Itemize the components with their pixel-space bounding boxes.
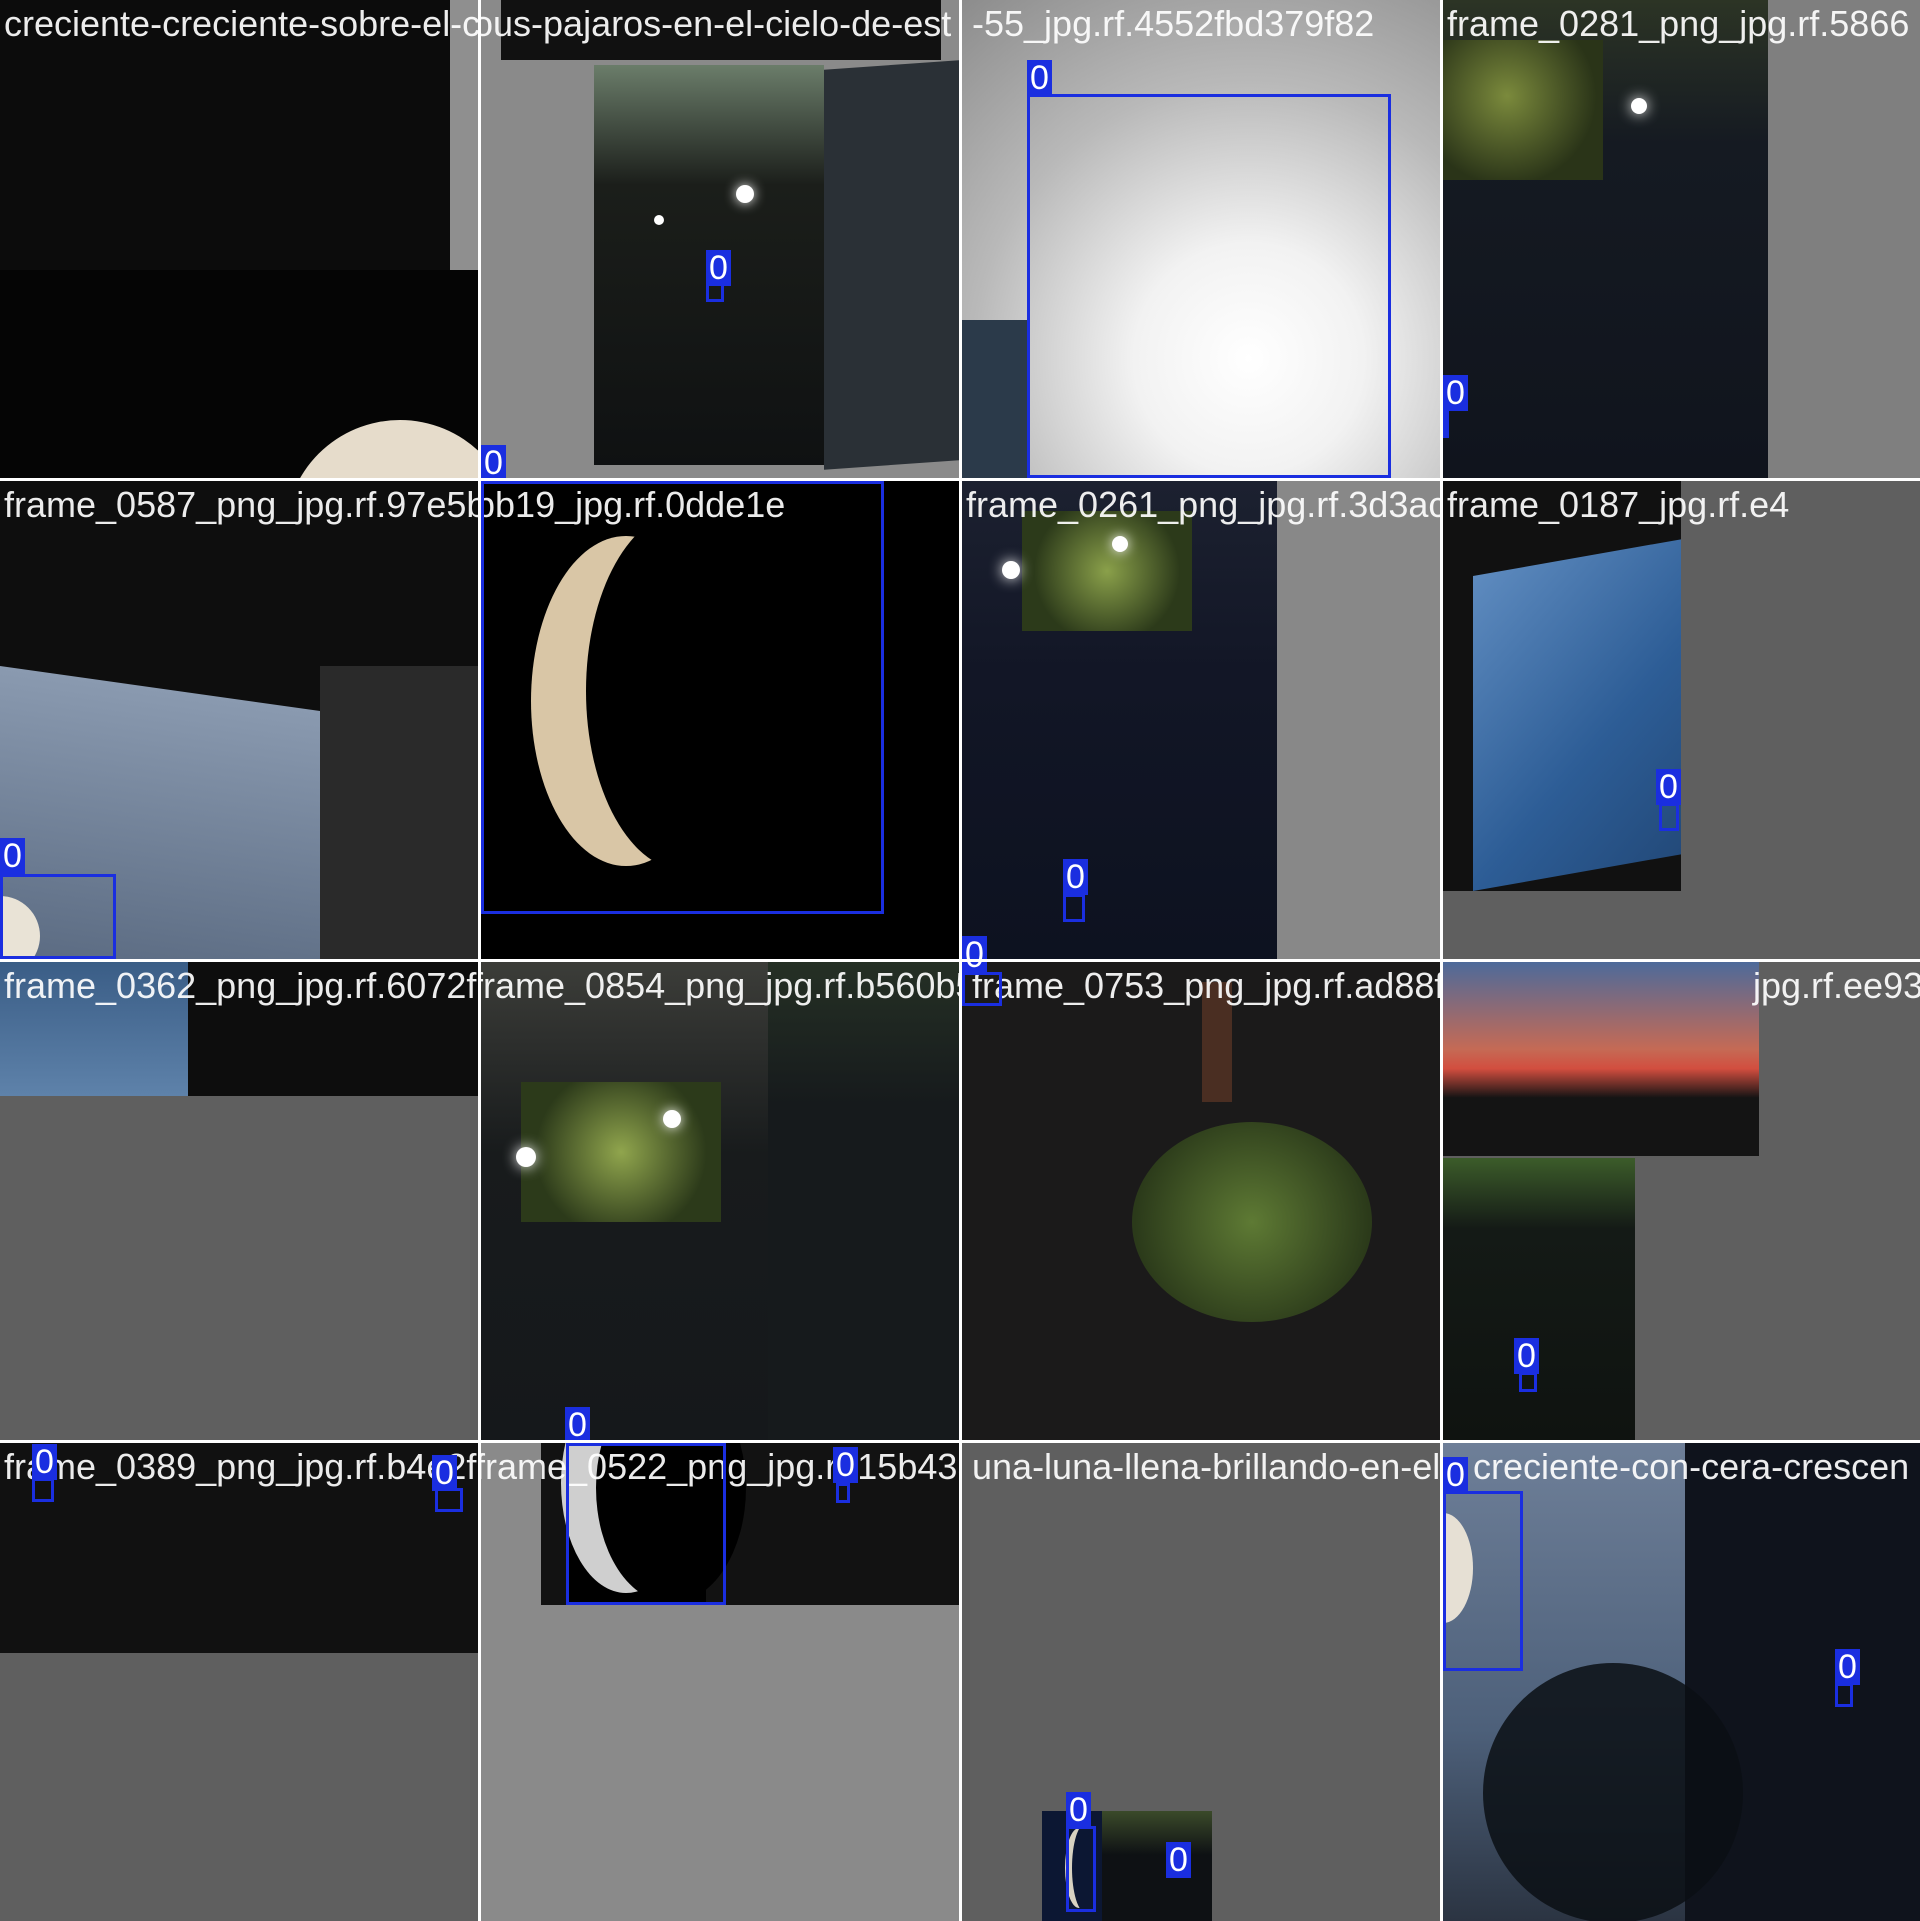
tile-caption: una-luna-llena-brillando-en-el-cielo	[972, 1446, 1440, 1487]
mosaic-tile: 0 0 frame_0389_png_jpg.rf.b4e2f7663f05f2…	[0, 1443, 478, 1921]
detection-label: 0	[1027, 60, 1052, 96]
tile-caption: frame_0261_png_jpg.rf.3d3ac457454f6d70d5…	[966, 484, 1440, 525]
mosaic-tile: 0 frame_0854_png_jpg.rf.b560b5d8c7522a4c	[481, 962, 959, 1440]
detection-box	[1063, 894, 1085, 922]
mosaic-tile: 0 0 ous-pajaros-en-el-cielo-de-est	[481, 0, 959, 478]
detection-box	[481, 481, 884, 914]
mosaic-tile: 0 0 frame_0522_png_jpg.rf.15b438d6249330…	[481, 1443, 959, 1921]
detection-label: 0	[833, 1447, 858, 1483]
detection-label: 0	[1514, 1338, 1539, 1374]
detection-label: 0	[0, 838, 25, 874]
detection-box	[1027, 94, 1391, 478]
detection-box	[566, 1443, 726, 1605]
detection-label: 0	[1443, 1457, 1468, 1493]
detection-label: 0	[432, 1455, 457, 1491]
tile-caption: jpg.rf.ee93	[1753, 965, 1920, 1006]
mosaic-tile: 0 jpg.rf.ee93	[1443, 962, 1920, 1440]
detection-label: 0	[565, 1407, 590, 1440]
mosaic-tile: 0 0 frame_0261_png_jpg.rf.3d3ac457454f6d…	[962, 481, 1440, 959]
detection-label: 0	[962, 962, 987, 974]
detection-box	[1659, 803, 1679, 831]
detection-box	[836, 1483, 850, 1503]
detection-box	[1443, 1491, 1523, 1671]
detection-box	[962, 972, 1002, 1006]
tile-caption: creciente-creciente-sobre-el-cielo-de-es…	[4, 3, 478, 44]
detection-box	[0, 874, 116, 959]
mosaic-tile: frame_0362_png_jpg.rf.6072f66e95f8294870	[0, 962, 478, 1440]
detection-label: 0	[481, 445, 506, 478]
detection-label: 0	[706, 250, 731, 286]
mosaic-grid: creciente-creciente-sobre-el-cielo-de-es…	[0, 0, 1920, 1921]
detection-label: 0	[32, 1444, 57, 1480]
tile-caption: creciente-con-cera-crescen	[1473, 1446, 1910, 1487]
detection-label: 0	[1835, 1649, 1860, 1685]
detection-box	[1519, 1372, 1537, 1392]
detection-label: 0	[962, 936, 987, 959]
tile-caption: frame_0753_png_jpg.rf.ad88f8ffb4	[972, 965, 1440, 1006]
detection-label: 0	[1656, 769, 1681, 805]
tile-caption: -55_jpg.rf.4552fbd379f82	[972, 3, 1375, 44]
mosaic-tile: 0 0 creciente-con-cera-crescen	[1443, 1443, 1920, 1921]
mosaic-tile: 0 0 una-luna-llena-brillando-en-el-cielo	[962, 1443, 1440, 1921]
mosaic-tile: 0 frame_0753_png_jpg.rf.ad88f8ffb4	[962, 962, 1440, 1440]
tile-caption: ous-pajaros-en-el-cielo-de-est	[481, 3, 952, 44]
mosaic-tile: 0 frame_0187_jpg.rf.e4	[1443, 481, 1920, 959]
detection-box	[1443, 408, 1449, 438]
tile-caption: frame_0854_png_jpg.rf.b560b5d8c7522a4c	[481, 965, 959, 1006]
mosaic-tile: 0 frame_0587_png_jpg.rf.97e5b196f4b049e6…	[0, 481, 478, 959]
tile-caption: frame_0281_png_jpg.rf.5866	[1447, 3, 1910, 44]
detection-label: 0	[566, 1443, 591, 1445]
detection-label: 0	[1063, 859, 1088, 895]
mosaic-tile: 0 -55_jpg.rf.4552fbd379f82	[962, 0, 1440, 478]
detection-label: 0	[1066, 1792, 1091, 1828]
tile-caption: frame_0187_jpg.rf.e4	[1447, 484, 1790, 525]
mosaic-tile: creciente-creciente-sobre-el-cielo-de-es…	[0, 0, 478, 478]
detection-box	[1835, 1683, 1853, 1707]
tile-caption: frame_0362_png_jpg.rf.6072f66e95f8294870	[4, 965, 478, 1006]
mosaic-tile: bb19_jpg.rf.0dde1e	[481, 481, 959, 959]
detection-box	[32, 1478, 54, 1502]
tile-caption: frame_0389_png_jpg.rf.b4e2f7663f05f220eb	[4, 1446, 478, 1487]
detection-label: 0	[1443, 375, 1468, 411]
detection-box	[1066, 1826, 1096, 1912]
tile-caption: frame_0587_png_jpg.rf.97e5b196f4b049e61d…	[4, 484, 478, 525]
detection-label: 0	[1166, 1842, 1191, 1878]
mosaic-tile: 0 frame_0281_png_jpg.rf.5866	[1443, 0, 1920, 478]
